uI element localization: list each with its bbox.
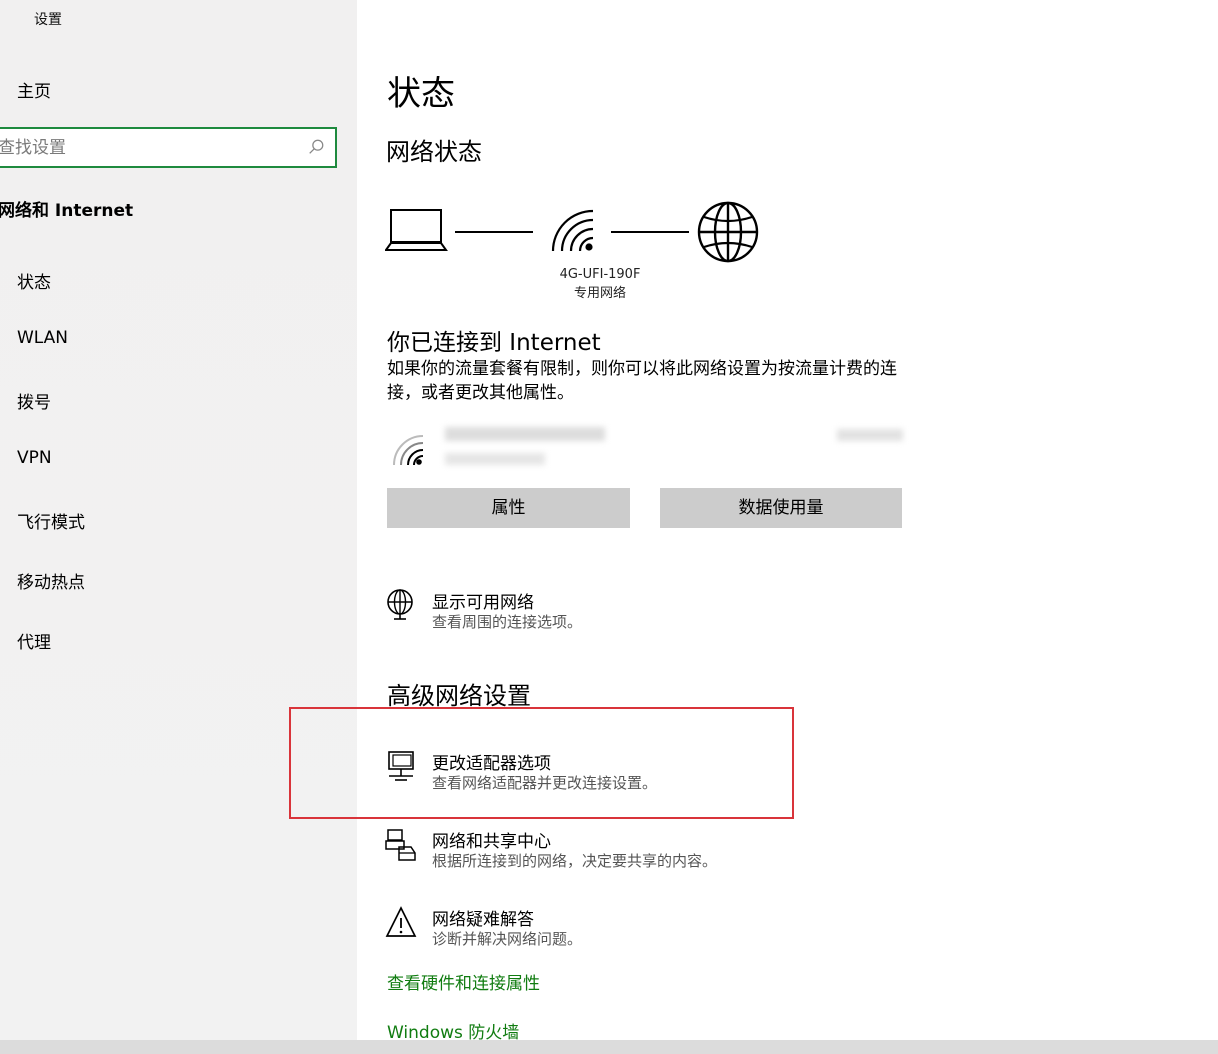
- network-type: 专用网络: [573, 286, 626, 301]
- blurred-text: [445, 453, 545, 465]
- change-adapter-desc: 查看网络适配器并更改连接设置。: [432, 774, 658, 792]
- advanced-settings-heading: 高级网络设置: [387, 682, 531, 710]
- hardware-properties-link[interactable]: 查看硬件和连接属性: [387, 969, 540, 994]
- connection-line: [455, 231, 533, 233]
- sharing-center-desc: 根据所连接到的网络，决定要共享的内容。: [432, 852, 718, 870]
- search-input[interactable]: [0, 129, 298, 166]
- troubleshooter-title: 网络疑难解答: [432, 910, 534, 930]
- connected-heading: 你已连接到 Internet: [387, 330, 601, 356]
- network-status-heading: 网络状态: [386, 138, 482, 166]
- app-title: 设置: [34, 12, 62, 28]
- section-title: 网络和 Internet: [0, 201, 134, 221]
- search-icon[interactable]: [307, 138, 325, 156]
- sharing-center-title: 网络和共享中心: [432, 832, 551, 852]
- warning-icon: [385, 906, 417, 937]
- wifi-icon: [551, 209, 594, 252]
- wifi-signal-icon: [393, 435, 424, 466]
- sidebar-item-mobile-hotspot[interactable]: 移动热点: [17, 568, 85, 593]
- show-available-networks[interactable]: 显示可用网络 查看周围的连接选项。: [385, 588, 805, 638]
- show-networks-title: 显示可用网络: [432, 593, 534, 613]
- network-troubleshooter[interactable]: 网络疑难解答 诊断并解决网络问题。: [385, 905, 805, 955]
- change-adapter-title: 更改适配器选项: [432, 754, 551, 774]
- sidebar-item-home[interactable]: 主页: [17, 77, 51, 102]
- connection-line: [611, 231, 689, 233]
- properties-button[interactable]: 属性: [387, 488, 630, 528]
- show-networks-desc: 查看周围的连接选项。: [432, 613, 583, 631]
- sidebar-item-dialup[interactable]: 拨号: [17, 388, 51, 413]
- connection-summary: [387, 423, 907, 478]
- sidebar-item-vpn[interactable]: VPN: [17, 448, 52, 468]
- change-adapter-options[interactable]: 更改适配器选项 查看网络适配器并更改连接设置。: [385, 749, 805, 799]
- search-box[interactable]: [0, 127, 337, 168]
- main-content: 状态 网络状态 4G-UFI-190F 专用网络 你已连接到 Internet …: [357, 0, 1218, 1043]
- page-title: 状态: [387, 74, 455, 114]
- network-label: 4G-UFI-190F 专用网络: [545, 265, 655, 303]
- network-name: 4G-UFI-190F: [559, 267, 641, 282]
- sharing-center-icon: [385, 829, 416, 861]
- blurred-text: [445, 427, 605, 441]
- connected-description: 如果你的流量套餐有限制，则你可以将此网络设置为按流量计费的连接，或者更改其他属性…: [387, 359, 897, 403]
- laptop-icon: [385, 209, 448, 251]
- blurred-text: [837, 429, 903, 441]
- globe-icon: [697, 201, 759, 263]
- network-diagram: 4G-UFI-190F 专用网络: [385, 195, 765, 305]
- globe-network-icon: [387, 589, 413, 620]
- sidebar-item-airplane-mode[interactable]: 飞行模式: [17, 508, 85, 533]
- network-sharing-center[interactable]: 网络和共享中心 根据所连接到的网络，决定要共享的内容。: [385, 827, 805, 877]
- data-usage-button[interactable]: 数据使用量: [660, 488, 902, 528]
- sidebar-item-wlan[interactable]: WLAN: [17, 328, 68, 348]
- sidebar-item-status[interactable]: 状态: [17, 268, 51, 293]
- sidebar-item-proxy[interactable]: 代理: [17, 628, 51, 653]
- sidebar: 设置 主页 网络和 Internet 状态 WLAN 拨号 VPN 飞行模式 移…: [0, 0, 357, 1040]
- taskbar: [0, 1040, 1218, 1054]
- network-adapter-icon: [388, 751, 414, 781]
- troubleshooter-desc: 诊断并解决网络问题。: [432, 930, 583, 948]
